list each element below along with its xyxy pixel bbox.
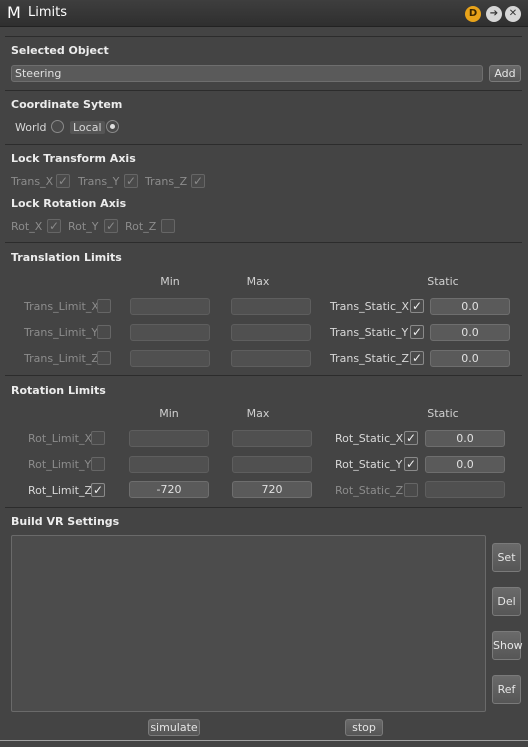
rot-z-label: Rot_Z (125, 220, 157, 233)
translation-max-header: Max (246, 275, 270, 288)
translation-static-header: Static (427, 275, 459, 288)
rot-limit-z-checkbox[interactable]: ✓ (91, 483, 105, 497)
rot-static-z-checkbox[interactable] (404, 483, 418, 497)
rot-limit-x-min[interactable] (129, 430, 209, 447)
trans-limit-x-checkbox[interactable] (97, 299, 111, 313)
trans-z-checkbox[interactable]: ✓ (191, 174, 205, 188)
trans-limit-z-min[interactable] (130, 350, 210, 367)
trans-limit-x-min[interactable] (130, 298, 210, 315)
trans-static-x-label: Trans_Static_X (330, 300, 410, 313)
rotation-limits-title: Rotation Limits (11, 384, 106, 397)
trans-static-y-label: Trans_Static_Y (330, 326, 409, 339)
lock-rotation-title: Lock Rotation Axis (11, 197, 127, 210)
simulate-button[interactable]: simulate (148, 719, 200, 736)
rot-y-checkbox[interactable]: ✓ (104, 219, 118, 233)
rot-static-y-label: Rot_Static_Y (335, 458, 403, 471)
stop-button[interactable]: stop (345, 719, 383, 736)
rotation-max-header: Max (246, 407, 270, 420)
local-radio[interactable] (106, 120, 119, 133)
translation-min-header: Min (160, 275, 180, 288)
rot-limit-x-max[interactable] (232, 430, 312, 447)
trans-y-checkbox[interactable]: ✓ (124, 174, 138, 188)
rot-limit-z-min[interactable]: -720 (129, 481, 209, 498)
rot-static-x-label: Rot_Static_X (335, 432, 404, 445)
set-button[interactable]: Set (492, 543, 521, 572)
trans-x-checkbox[interactable]: ✓ (56, 174, 70, 188)
d-badge-icon[interactable]: D (465, 6, 481, 22)
window-title: Limits (28, 5, 67, 20)
separator (5, 144, 522, 145)
rot-static-y-checkbox[interactable]: ✓ (404, 457, 418, 471)
trans-static-x-checkbox[interactable]: ✓ (410, 299, 424, 313)
rot-static-x-value[interactable]: 0.0 (425, 430, 505, 447)
del-button[interactable]: Del (492, 587, 521, 616)
trans-limit-y-min[interactable] (130, 324, 210, 341)
trans-static-y-checkbox[interactable]: ✓ (410, 325, 424, 339)
trans-static-z-value[interactable]: 0.0 (430, 350, 510, 367)
build-vr-list[interactable] (11, 535, 486, 712)
trans-static-x-value[interactable]: 0.0 (430, 298, 510, 315)
rot-y-label: Rot_Y (68, 220, 99, 233)
trans-limit-y-checkbox[interactable] (97, 325, 111, 339)
local-label: Local (70, 121, 105, 134)
build-vr-title: Build VR Settings (11, 515, 120, 528)
trans-static-z-checkbox[interactable]: ✓ (410, 351, 424, 365)
trans-y-label: Trans_Y (78, 175, 120, 188)
rot-x-label: Rot_X (11, 220, 43, 233)
rotation-min-header: Min (159, 407, 179, 420)
trans-limit-z-max[interactable] (231, 350, 311, 367)
lock-transform-title: Lock Transform Axis (11, 152, 136, 165)
trans-limit-x-max[interactable] (231, 298, 311, 315)
trans-static-y-value[interactable]: 0.0 (430, 324, 510, 341)
trans-x-label: Trans_X (11, 175, 54, 188)
rot-x-checkbox[interactable]: ✓ (47, 219, 61, 233)
rot-static-y-value[interactable]: 0.0 (425, 456, 505, 473)
separator (5, 375, 522, 376)
rot-static-x-checkbox[interactable]: ✓ (404, 431, 418, 445)
separator (5, 36, 522, 37)
selected-object-title: Selected Object (11, 44, 109, 57)
rot-limit-x-label: Rot_Limit_X (28, 432, 92, 445)
title-bar: M Limits D ➔ ✕ (0, 0, 528, 27)
trans-limit-z-label: Trans_Limit_Z (24, 352, 99, 365)
trans-limit-x-label: Trans_Limit_X (24, 300, 99, 313)
trans-limit-y-max[interactable] (231, 324, 311, 341)
radio-selected-dot (110, 124, 115, 129)
translation-limits-title: Translation Limits (11, 251, 122, 264)
separator (5, 90, 522, 91)
selected-object-field[interactable]: Steering (11, 65, 483, 82)
rot-limit-y-checkbox[interactable] (91, 457, 105, 471)
show-button[interactable]: Show (492, 631, 523, 660)
separator (5, 507, 522, 508)
separator (5, 242, 522, 243)
arrow-right-icon[interactable]: ➔ (486, 6, 502, 22)
rot-limit-y-max[interactable] (232, 456, 312, 473)
trans-static-z-label: Trans_Static_Z (330, 352, 410, 365)
trans-limit-z-checkbox[interactable] (97, 351, 111, 365)
rotation-static-header: Static (427, 407, 459, 420)
rot-z-checkbox[interactable] (161, 219, 175, 233)
ref-button[interactable]: Ref (492, 675, 521, 704)
app-logo: M (7, 3, 21, 22)
rot-limit-z-max[interactable]: 720 (232, 481, 312, 498)
trans-limit-y-label: Trans_Limit_Y (24, 326, 99, 339)
rot-static-z-label: Rot_Static_Z (335, 484, 404, 497)
rot-static-z-value[interactable] (425, 481, 505, 498)
trans-z-label: Trans_Z (145, 175, 188, 188)
world-radio[interactable] (51, 120, 64, 133)
close-icon[interactable]: ✕ (505, 6, 521, 22)
coordinate-system-title: Coordinate Sytem (11, 98, 123, 111)
rot-limit-z-label: Rot_Limit_Z (28, 484, 92, 497)
rot-limit-y-label: Rot_Limit_Y (28, 458, 92, 471)
rot-limit-x-checkbox[interactable] (91, 431, 105, 445)
rot-limit-y-min[interactable] (129, 456, 209, 473)
add-button[interactable]: Add (489, 65, 521, 82)
bottom-separator (0, 740, 528, 741)
world-label: World (15, 121, 47, 134)
